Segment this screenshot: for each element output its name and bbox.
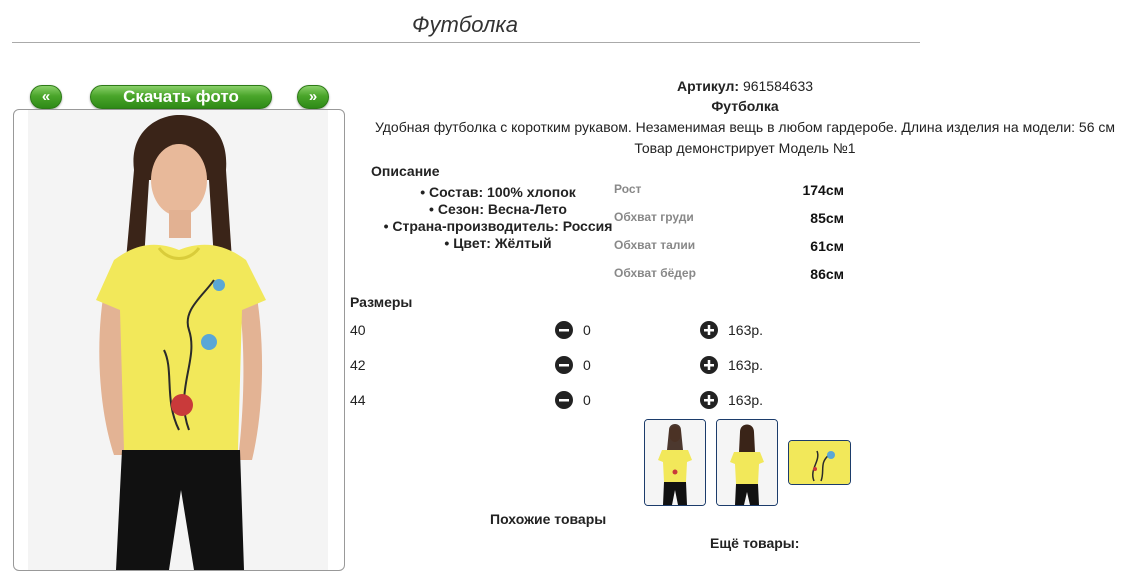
size-label: 40 — [350, 322, 366, 338]
decrease-qty-button[interactable] — [555, 391, 573, 409]
details-item: Страна-производитель: Россия — [380, 218, 616, 235]
sizes-heading: Размеры — [350, 294, 413, 310]
details-heading: Описание — [371, 163, 440, 179]
details-item: Сезон: Весна-Лето — [380, 201, 616, 218]
measurement-label: Обхват талии — [614, 238, 696, 252]
article-value: 961584633 — [742, 78, 814, 94]
measurement-value: 86см — [810, 266, 844, 282]
increase-qty-button[interactable] — [700, 321, 718, 339]
article-line: Артикул: 961584633 — [350, 78, 1135, 94]
size-price: 163р. — [728, 357, 764, 373]
measurement-row: Обхват груди 85см — [614, 210, 844, 238]
measurement-row: Обхват бёдер 86см — [614, 266, 844, 294]
model-note: Товар демонстрирует Модель №1 — [634, 140, 856, 156]
increase-qty-button[interactable] — [700, 391, 718, 409]
minus-icon — [559, 364, 569, 367]
quantity-value: 0 — [583, 357, 591, 373]
download-photo-button[interactable]: Скачать фото — [90, 85, 272, 109]
page-title: Футболка — [412, 12, 518, 37]
size-price: 163р. — [728, 322, 764, 338]
title-divider — [12, 42, 920, 43]
product-name: Футболка — [711, 98, 779, 114]
decrease-qty-button[interactable] — [555, 321, 573, 339]
minus-icon — [559, 329, 569, 332]
measurement-value: 61см — [810, 238, 844, 254]
size-row: 40 0 163р. — [350, 321, 810, 342]
measurement-value: 85см — [810, 210, 844, 226]
size-row: 42 0 163р. — [350, 356, 810, 377]
plus-icon — [704, 325, 714, 335]
size-price: 163р. — [728, 392, 764, 408]
measurement-row: Рост 174см — [614, 182, 844, 210]
similar-products-heading: Похожие товары — [490, 511, 607, 527]
size-label: 42 — [350, 357, 366, 373]
measurement-value: 174см — [802, 182, 844, 198]
measurement-row: Обхват талии 61см — [614, 238, 844, 266]
plus-icon — [704, 395, 714, 405]
main-product-photo[interactable] — [13, 109, 345, 571]
measurement-label: Обхват бёдер — [614, 266, 696, 280]
thumbnail-print-detail[interactable] — [788, 440, 851, 485]
product-description: Удобная футболка с коротким рукавом. Нез… — [374, 119, 1116, 135]
measurement-label: Рост — [614, 182, 642, 196]
size-label: 44 — [350, 392, 366, 408]
plus-icon — [704, 360, 714, 370]
size-row: 44 0 163р. — [350, 391, 810, 412]
details-list: Состав: 100% хлопок Сезон: Весна-Лето Ст… — [380, 184, 616, 252]
decrease-qty-button[interactable] — [555, 356, 573, 374]
quantity-value: 0 — [583, 322, 591, 338]
minus-icon — [559, 399, 569, 402]
next-photo-button[interactable]: » — [297, 85, 329, 109]
increase-qty-button[interactable] — [700, 356, 718, 374]
details-item: Цвет: Жёлтый — [380, 235, 616, 252]
measurement-label: Обхват груди — [614, 210, 694, 224]
quantity-value: 0 — [583, 392, 591, 408]
prev-photo-button[interactable]: « — [30, 85, 62, 109]
thumbnail-photo-back[interactable] — [716, 419, 778, 506]
more-products-heading: Ещё товары: — [710, 535, 800, 551]
thumbnail-photo-front[interactable] — [644, 419, 706, 506]
details-item: Состав: 100% хлопок — [380, 184, 616, 201]
model-measurements: Рост 174см Обхват груди 85см Обхват тали… — [614, 182, 844, 294]
article-label: Артикул: — [676, 78, 740, 94]
